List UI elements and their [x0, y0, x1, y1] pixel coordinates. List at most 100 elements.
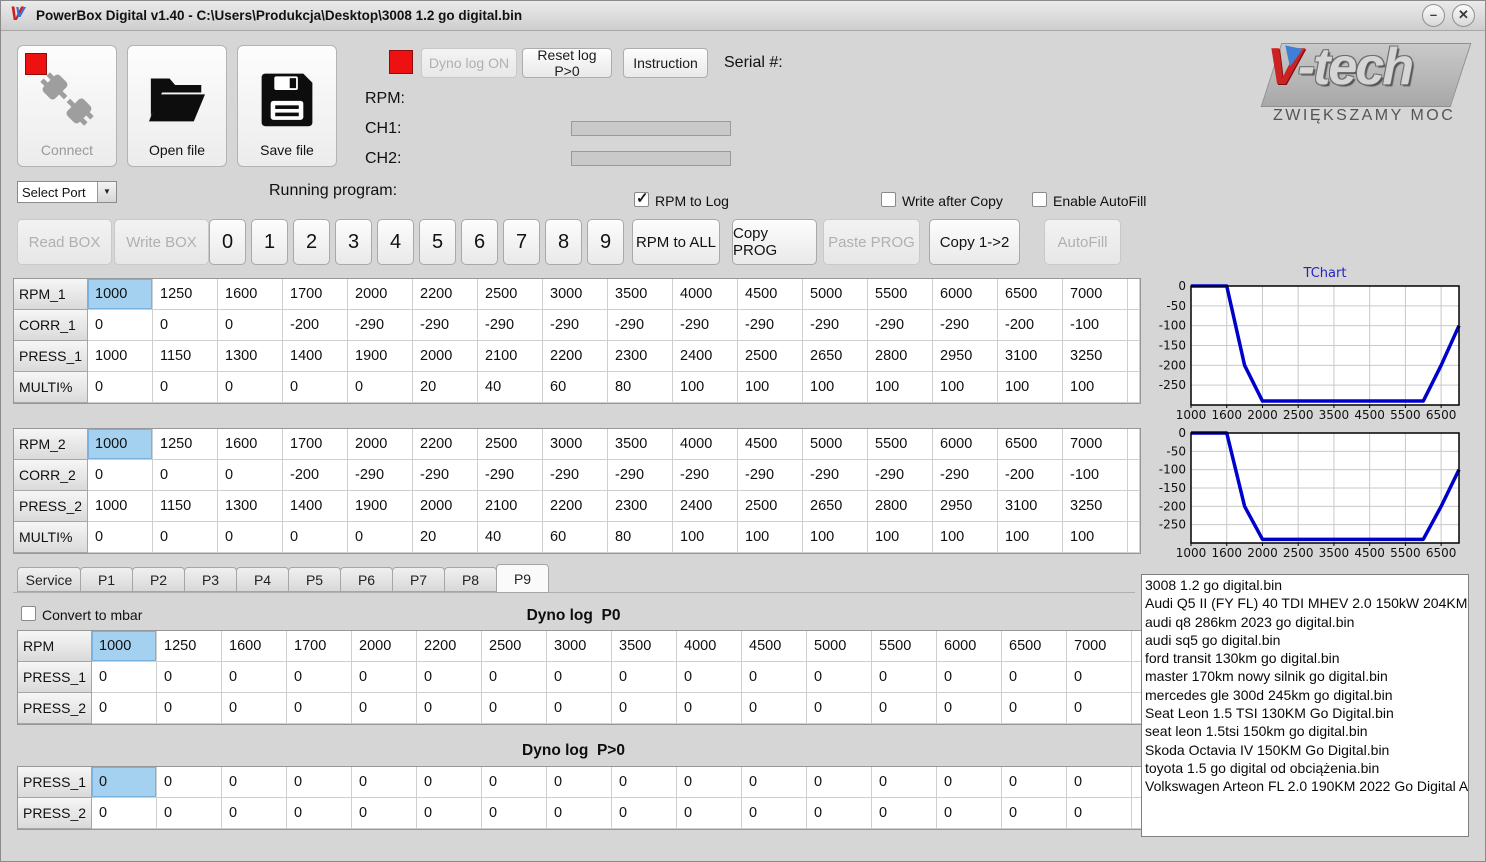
prog1-cell[interactable]: 3500 — [608, 279, 673, 310]
prog1-cell[interactable]: 2400 — [673, 341, 738, 372]
dyno_pgt0-cell[interactable]: 0 — [222, 798, 287, 829]
prog1-cell[interactable]: 2200 — [413, 279, 478, 310]
prog1-cell[interactable]: 1700 — [283, 279, 348, 310]
dyno_p0-cell[interactable]: 0 — [417, 662, 482, 693]
prog2-cell[interactable]: 100 — [933, 522, 998, 553]
prog1-cell[interactable]: 2500 — [738, 341, 803, 372]
save-file-button[interactable]: Save file — [237, 45, 337, 167]
tab-p1[interactable]: P1 — [80, 567, 133, 592]
dyno_p0-cell[interactable]: 0 — [222, 693, 287, 724]
prog1-cell[interactable]: 2100 — [478, 341, 543, 372]
prog2-cell[interactable]: 1700 — [283, 429, 348, 460]
prog2-cell[interactable]: -100 — [1063, 460, 1128, 491]
prog1-cell[interactable]: 0 — [88, 310, 153, 341]
digit-button-5[interactable]: 5 — [419, 219, 456, 265]
prog2-cell[interactable]: -200 — [283, 460, 348, 491]
prog1-cell[interactable]: 100 — [1063, 372, 1128, 403]
dyno_pgt0-cell[interactable]: 0 — [157, 767, 222, 798]
prog1-cell[interactable]: 40 — [478, 372, 543, 403]
prog1-cell[interactable]: -100 — [1063, 310, 1128, 341]
dyno_p0-cell[interactable]: 6500 — [1002, 631, 1067, 662]
prog1-cell[interactable]: 20 — [413, 372, 478, 403]
prog2-cell[interactable]: -290 — [673, 460, 738, 491]
select-port-dropdown[interactable]: Select Port ▼ — [17, 181, 117, 203]
dyno_p0-cell[interactable]: 0 — [937, 662, 1002, 693]
prog2-cell[interactable]: 4000 — [673, 429, 738, 460]
chevron-down-icon[interactable]: ▼ — [97, 182, 116, 202]
digit-button-6[interactable]: 6 — [461, 219, 498, 265]
dyno_pgt0-cell[interactable]: 0 — [92, 767, 157, 798]
prog2-cell[interactable]: 6500 — [998, 429, 1063, 460]
dyno_p0-cell[interactable]: 0 — [157, 693, 222, 724]
prog2-cell[interactable]: -290 — [608, 460, 673, 491]
prog2-cell[interactable]: 1300 — [218, 491, 283, 522]
dyno_p0-cell[interactable]: 4500 — [742, 631, 807, 662]
dyno_pgt0-cell[interactable]: 0 — [872, 767, 937, 798]
prog1-cell[interactable]: -200 — [283, 310, 348, 341]
dyno_p0-cell[interactable]: 0 — [92, 693, 157, 724]
dyno_p0-cell[interactable]: 0 — [937, 693, 1002, 724]
prog1-cell[interactable]: 1900 — [348, 341, 413, 372]
dyno_p0-cell[interactable]: 1000 — [92, 631, 157, 662]
prog2-cell[interactable]: 7000 — [1063, 429, 1128, 460]
prog1-cell[interactable]: 2300 — [608, 341, 673, 372]
prog2-cell[interactable]: 5000 — [803, 429, 868, 460]
dyno_pgt0-cell[interactable]: 0 — [482, 798, 547, 829]
reset-log-button[interactable]: Reset log P>0 — [522, 47, 612, 79]
tab-p9[interactable]: P9 — [496, 564, 549, 593]
prog1-cell[interactable]: 4000 — [673, 279, 738, 310]
prog2-cell[interactable]: 1400 — [283, 491, 348, 522]
prog2-cell[interactable]: 2000 — [348, 429, 413, 460]
prog2-cell[interactable]: -290 — [348, 460, 413, 491]
prog2-cell[interactable]: 1000 — [88, 491, 153, 522]
file-list-item[interactable]: seat leon 1.5tsi 150km go digital.bin — [1145, 722, 1468, 740]
prog1-cell[interactable]: 80 — [608, 372, 673, 403]
prog2-cell[interactable]: 100 — [803, 522, 868, 553]
dyno_p0-cell[interactable]: 2000 — [352, 631, 417, 662]
dyno_p0-cell[interactable]: 0 — [547, 662, 612, 693]
dyno_p0-cell[interactable]: 1700 — [287, 631, 352, 662]
rpm-to-all-button[interactable]: RPM to ALL — [632, 219, 720, 265]
prog2-cell[interactable]: -290 — [413, 460, 478, 491]
tab-p6[interactable]: P6 — [340, 567, 393, 592]
prog2-cell[interactable]: 2200 — [543, 491, 608, 522]
prog2-cell[interactable]: 2100 — [478, 491, 543, 522]
dyno_pgt0-cell[interactable]: 0 — [742, 798, 807, 829]
prog1-cell[interactable]: 1150 — [153, 341, 218, 372]
prog2-cell[interactable]: 2800 — [868, 491, 933, 522]
prog2-cell[interactable]: 0 — [348, 522, 413, 553]
write-after-copy-checkbox[interactable] — [881, 192, 896, 207]
dyno_pgt0-cell[interactable]: 0 — [157, 798, 222, 829]
prog1-cell[interactable]: 100 — [998, 372, 1063, 403]
tab-p5[interactable]: P5 — [288, 567, 341, 592]
prog1-cell[interactable]: 100 — [933, 372, 998, 403]
dyno_pgt0-cell[interactable]: 0 — [417, 767, 482, 798]
prog1-cell[interactable]: 0 — [218, 372, 283, 403]
digit-button-7[interactable]: 7 — [503, 219, 540, 265]
prog2-cell[interactable]: 1250 — [153, 429, 218, 460]
enable-autofill-checkbox[interactable] — [1032, 192, 1047, 207]
copy-1-2-button[interactable]: Copy 1->2 — [929, 219, 1020, 265]
dyno_pgt0-cell[interactable]: 0 — [352, 767, 417, 798]
prog2-cell[interactable]: 3000 — [543, 429, 608, 460]
dyno_pgt0-cell[interactable]: 0 — [807, 798, 872, 829]
close-button[interactable]: ✕ — [1452, 4, 1475, 27]
dyno_p0-cell[interactable]: 7000 — [1067, 631, 1132, 662]
dyno_p0-cell[interactable]: 5000 — [807, 631, 872, 662]
prog2-cell[interactable]: 2500 — [738, 491, 803, 522]
dyno_p0-cell[interactable]: 0 — [612, 693, 677, 724]
digit-button-8[interactable]: 8 — [545, 219, 582, 265]
prog1-cell[interactable]: 6000 — [933, 279, 998, 310]
dyno_p0-cell[interactable]: 0 — [287, 662, 352, 693]
copy-prog-button[interactable]: Copy PROG — [732, 219, 817, 265]
digit-button-0[interactable]: 0 — [209, 219, 246, 265]
prog2-cell[interactable]: 80 — [608, 522, 673, 553]
file-list-item[interactable]: Skoda Octavia IV 150KM Go Digital.bin — [1145, 741, 1468, 759]
prog1-cell[interactable]: 6500 — [998, 279, 1063, 310]
prog2-cell[interactable]: 2000 — [413, 491, 478, 522]
prog1-cell[interactable]: 0 — [153, 310, 218, 341]
dyno_p0-cell[interactable]: 0 — [742, 662, 807, 693]
dyno_p0-cell[interactable]: 0 — [222, 662, 287, 693]
prog1-cell[interactable]: -290 — [608, 310, 673, 341]
dyno_pgt0-cell[interactable]: 0 — [1002, 798, 1067, 829]
